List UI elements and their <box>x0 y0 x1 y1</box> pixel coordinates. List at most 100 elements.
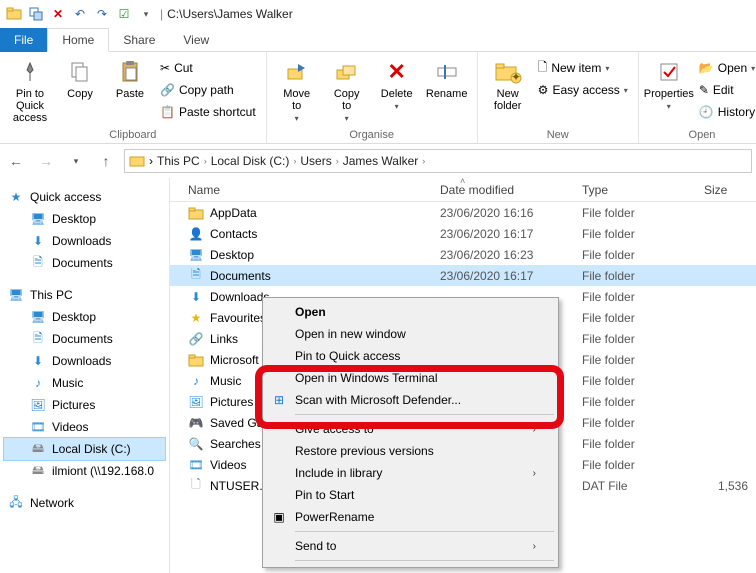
file-type: DAT File <box>574 479 696 493</box>
ctx-give-access[interactable]: Give access to› <box>265 418 556 440</box>
col-type[interactable]: Type <box>574 183 696 197</box>
download-icon: ⬇ <box>30 353 46 369</box>
nav-qa-downloads[interactable]: ⬇Downloads <box>4 230 165 252</box>
ctx-scan-defender[interactable]: ⊞Scan with Microsoft Defender... <box>265 389 556 411</box>
table-row[interactable]: 👤Contacts23/06/2020 16:17File folder <box>170 223 756 244</box>
nav-pc-downloads[interactable]: ⬇Downloads <box>4 350 165 372</box>
tab-view[interactable]: View <box>169 28 223 52</box>
nav-pc-videos[interactable]: 🎞Videos <box>4 416 165 438</box>
ctx-powerrename[interactable]: ▣PowerRename <box>265 506 556 528</box>
tab-file[interactable]: File <box>0 28 47 52</box>
ctx-pin-start[interactable]: Pin to Start <box>265 484 556 506</box>
file-type: File folder <box>574 437 696 451</box>
ctx-pin-quick-access[interactable]: Pin to Quick access <box>265 345 556 367</box>
paste-shortcut-button[interactable]: 📋Paste shortcut <box>156 102 260 122</box>
file-icon: ⬇ <box>188 289 204 305</box>
desktop-icon: 🖥 <box>30 309 46 325</box>
document-icon: 🗎 <box>30 331 46 347</box>
file-name: Contacts <box>210 227 257 241</box>
new-folder-button[interactable]: ✦ New folder <box>484 54 532 129</box>
desktop-icon: 🖥 <box>30 211 46 227</box>
nav-pc-local-disk[interactable]: 🖴Local Disk (C:) <box>4 438 165 460</box>
ctx-include-library[interactable]: Include in library› <box>265 462 556 484</box>
ctx-restore-versions[interactable]: Restore previous versions <box>265 440 556 462</box>
history-button[interactable]: 🕘History <box>695 102 756 122</box>
col-name[interactable]: Name <box>170 183 432 197</box>
ctx-open[interactable]: Open <box>265 301 556 323</box>
recent-dropdown[interactable]: ▾ <box>64 149 88 173</box>
up-button[interactable]: ↑ <box>94 149 118 173</box>
edit-button[interactable]: ✎Edit <box>695 80 756 100</box>
new-item-button[interactable]: 🗋New item ▾ <box>534 58 632 78</box>
ctx-open-windows-terminal[interactable]: Open in Windows Terminal <box>265 367 556 389</box>
crumb-this-pc[interactable]: This PC› <box>157 154 207 168</box>
qat-redo-icon[interactable]: ↷ <box>92 4 112 24</box>
cut-button[interactable]: ✂Cut <box>156 58 260 78</box>
crumb-user[interactable]: James Walker› <box>343 154 426 168</box>
context-menu: Open Open in new window Pin to Quick acc… <box>262 297 559 568</box>
properties-button[interactable]: Properties▾ <box>645 54 693 129</box>
ctx-send-to[interactable]: Send to› <box>265 535 556 557</box>
back-button[interactable]: ← <box>4 149 28 173</box>
copy-to-button[interactable]: Copy to▾ <box>323 54 371 129</box>
copy-button[interactable]: Copy <box>56 54 104 129</box>
file-name: Links <box>210 332 238 346</box>
col-size[interactable]: Size <box>696 183 756 197</box>
nav-pc-pictures[interactable]: 🖼Pictures <box>4 394 165 416</box>
edit-icon: ✎ <box>699 83 709 97</box>
paste-button[interactable]: Paste <box>106 54 154 129</box>
nav-quick-access[interactable]: ★Quick access <box>4 186 165 208</box>
qat-delete-icon[interactable]: ✕ <box>48 4 68 24</box>
tab-home[interactable]: Home <box>47 28 109 52</box>
tab-share[interactable]: Share <box>109 28 169 52</box>
file-type: File folder <box>574 332 696 346</box>
file-type: File folder <box>574 416 696 430</box>
ctx-open-new-window[interactable]: Open in new window <box>265 323 556 345</box>
copyto-icon <box>331 58 363 86</box>
nav-pc-documents[interactable]: 🗎Documents <box>4 328 165 350</box>
file-name: Music <box>210 374 241 388</box>
file-date: 23/06/2020 16:17 <box>432 269 574 283</box>
file-icon: 👤 <box>188 226 204 242</box>
shortcut-icon: 📋 <box>160 105 175 119</box>
copy-path-button[interactable]: 🔗Copy path <box>156 80 260 100</box>
easy-access-button[interactable]: ⚙Easy access ▾ <box>534 80 632 100</box>
chevron-right-icon: › <box>533 541 536 552</box>
navigation-pane: ★Quick access 🖥Desktop ⬇Downloads 🗎Docum… <box>0 178 169 573</box>
open-button[interactable]: 📂Open ▾ <box>695 58 756 78</box>
table-row[interactable]: 🖥Desktop23/06/2020 16:23File folder <box>170 244 756 265</box>
file-name: Favourites <box>210 311 266 325</box>
rename-button[interactable]: Rename <box>423 54 471 129</box>
col-date[interactable]: Date modified <box>432 183 574 197</box>
picture-icon: 🖼 <box>30 397 46 413</box>
qat-properties-icon[interactable]: ☑ <box>114 4 134 24</box>
forward-button[interactable]: → <box>34 149 58 173</box>
pin-quick-access-button[interactable]: Pin to Quick access <box>6 54 54 129</box>
crumb-users[interactable]: Users› <box>300 154 338 168</box>
chevron-right-icon: › <box>533 424 536 435</box>
nav-pc-music[interactable]: ♪Music <box>4 372 165 394</box>
table-row[interactable]: 🗎Documents23/06/2020 16:17File folder <box>170 265 756 286</box>
file-type: File folder <box>574 395 696 409</box>
move-to-button[interactable]: Move to▾ <box>273 54 321 129</box>
crumb-local-disk[interactable]: Local Disk (C:)› <box>211 154 297 168</box>
rename-icon <box>431 58 463 86</box>
qat-select-icon[interactable] <box>26 4 46 24</box>
qat-undo-icon[interactable]: ↶ <box>70 4 90 24</box>
nav-this-pc[interactable]: 🖥This PC <box>4 284 165 306</box>
chevron-right-icon: › <box>533 468 536 479</box>
drive-icon: 🖴 <box>30 441 46 457</box>
breadcrumb[interactable]: › This PC› Local Disk (C:)› Users› James… <box>124 149 752 173</box>
table-row[interactable]: AppData23/06/2020 16:16File folder <box>170 202 756 223</box>
file-date: 23/06/2020 16:16 <box>432 206 574 220</box>
chevron-right-icon[interactable]: › <box>149 154 153 168</box>
delete-button[interactable]: ✕ Delete▾ <box>373 54 421 129</box>
qat-dropdown-icon[interactable]: ▾ <box>136 4 156 24</box>
history-icon: 🕘 <box>699 105 714 119</box>
nav-pc-desktop[interactable]: 🖥Desktop <box>4 306 165 328</box>
nav-pc-netdrive[interactable]: 🖴ilmiont (\\192.168.0 <box>4 460 165 482</box>
nav-qa-documents[interactable]: 🗎Documents <box>4 252 165 274</box>
nav-qa-desktop[interactable]: 🖥Desktop <box>4 208 165 230</box>
nav-network[interactable]: 🖧Network <box>4 492 165 514</box>
qat-folder-icon[interactable] <box>4 4 24 24</box>
